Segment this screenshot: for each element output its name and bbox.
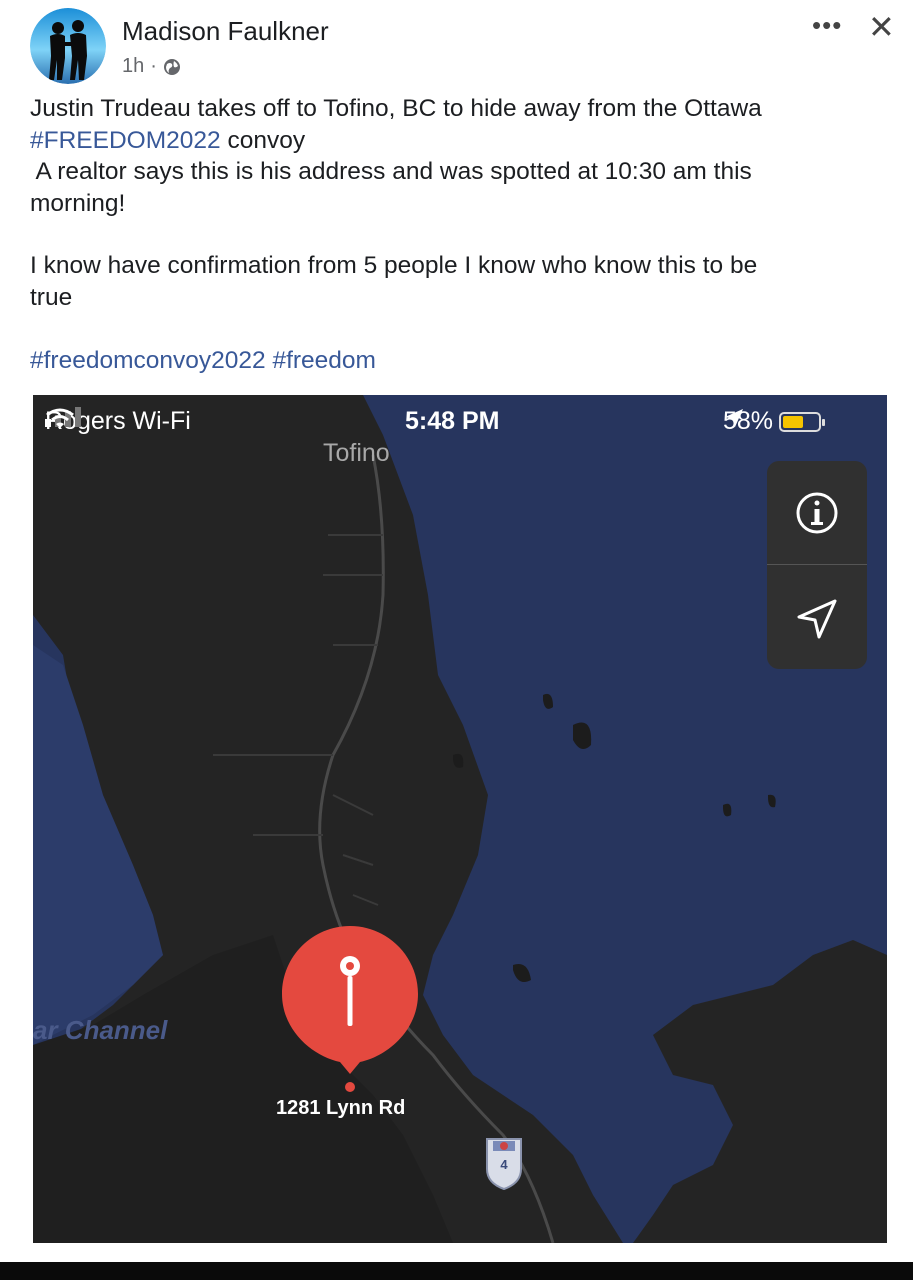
pin-address-label: 1281 Lynn Rd [276,1097,406,1119]
hashtag-link[interactable]: #FREEDOM2022 [30,127,221,154]
post-line: Justin Trudeau takes off to Tofino, BC t… [30,95,762,122]
post-line: morning! [30,189,126,217]
close-icon[interactable]: ✕ [868,8,895,46]
map-pin-icon[interactable] [280,922,420,1092]
map-city-label: Tofino [323,439,390,467]
post-line: #FREEDOM2022 convoy [30,125,890,157]
more-options-icon[interactable]: ••• [812,10,842,41]
globe-icon [163,58,180,75]
battery-status: 58% [723,407,826,436]
map-water-label: ar Channel [33,1015,168,1045]
navigation-arrow-icon[interactable] [767,567,867,667]
facebook-post: Madison Faulkner 1h · ••• ✕ Justin Trude… [0,0,913,1262]
highway-shield-icon: 4 [483,1133,525,1191]
post-meta: 1h · [122,55,181,78]
wifi-icon [46,408,74,428]
hashtag-link[interactable]: #freedom [272,347,376,374]
highway-number: 4 [500,1157,508,1172]
hashtags: #freedomconvoy2022 #freedom [30,345,890,377]
post-line: true [30,283,73,311]
status-time: 5:48 PM [405,407,500,435]
battery-icon [779,411,826,432]
post-text: Justin Trudeau takes off to Tofino, BC t… [30,93,890,377]
map-screenshot[interactable]: Rogers Wi-Fi 5:48 PM 58% Tofino ar Chann… [33,395,887,1243]
post-time[interactable]: 1h [122,55,144,78]
location-services-icon [725,409,743,427]
post-line-text: convoy [220,126,306,154]
phone-status-bar: Rogers Wi-Fi 5:48 PM 58% [33,401,887,441]
meta-separator: · [150,55,157,77]
carrier: Rogers Wi-Fi [45,407,191,436]
post-line: I know have confirmation from 5 people I… [30,252,758,279]
avatar-image [30,8,106,84]
map-controls [767,461,867,669]
post-line: A realtor says this is his address and w… [30,158,752,185]
hashtag-link[interactable]: #freedomconvoy2022 [30,347,266,374]
bottom-edge [0,1262,913,1280]
info-icon[interactable] [767,461,867,561]
controls-divider [767,564,867,565]
author-name[interactable]: Madison Faulkner [122,16,329,47]
avatar[interactable] [30,8,106,84]
map-graphic [33,395,887,1243]
